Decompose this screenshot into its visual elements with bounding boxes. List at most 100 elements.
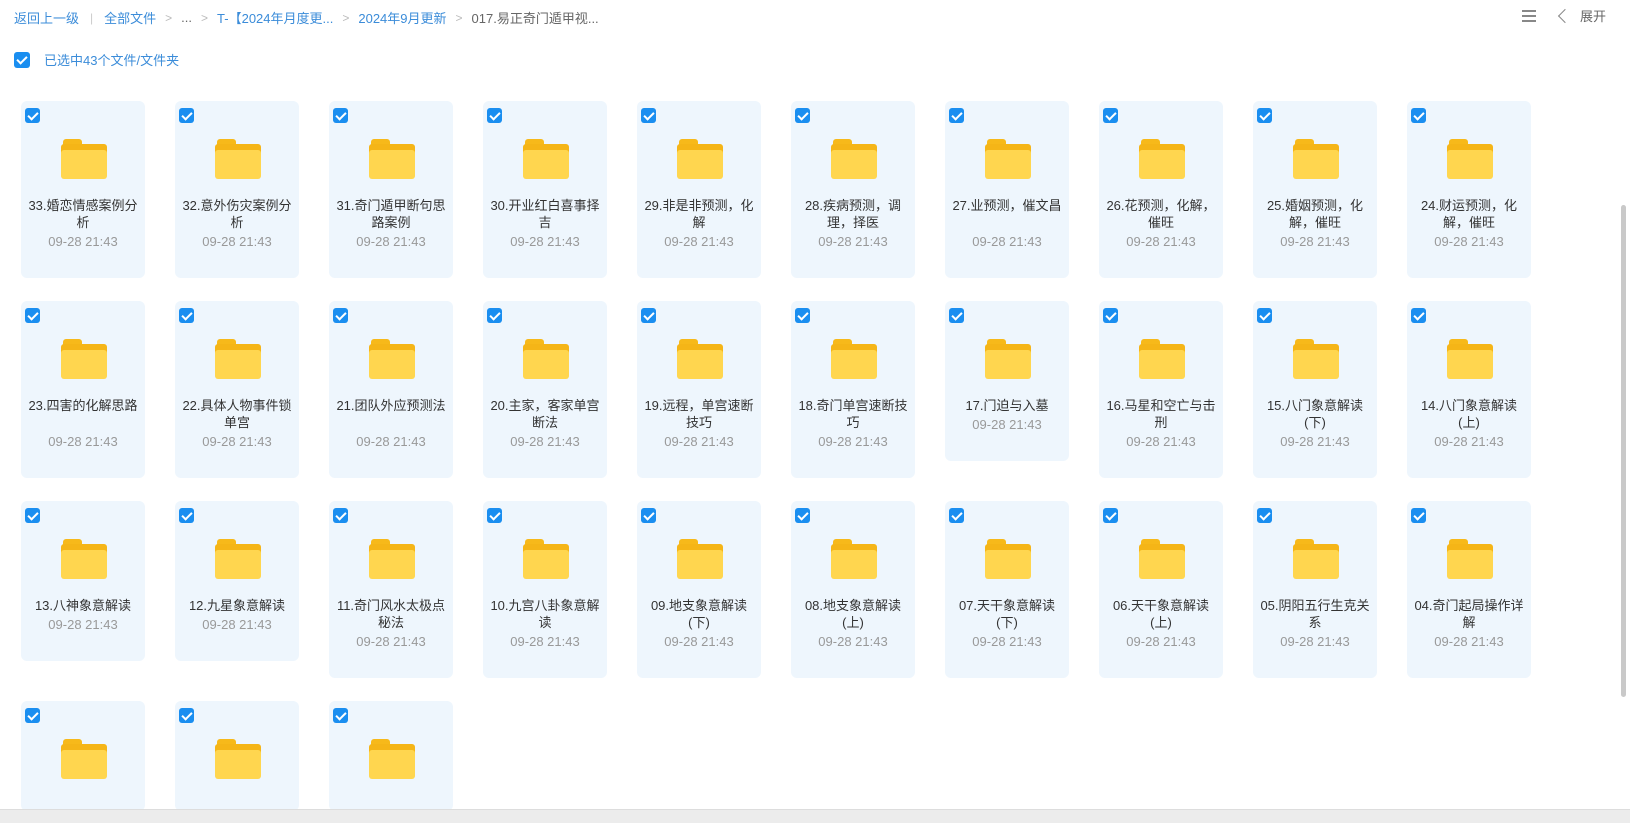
folder-card[interactable]: 05.阴阳五行生克关系 09-28 21:43 [1253,501,1377,678]
file-checkbox[interactable] [1411,508,1426,523]
file-checkbox[interactable] [1411,308,1426,323]
list-view-icon[interactable] [1521,9,1536,22]
file-checkbox[interactable] [795,508,810,523]
file-checkbox[interactable] [949,508,964,523]
taskbar [0,809,1630,823]
folder-name: 04.奇门起局操作详解 [1414,598,1524,630]
folder-card[interactable]: 31.奇门遁甲断句思路案例 09-28 21:43 [329,101,453,278]
folder-card[interactable]: 16.马星和空亡与击刑 09-28 21:43 [1099,301,1223,478]
file-checkbox[interactable] [1257,108,1272,123]
file-checkbox[interactable] [1257,508,1272,523]
file-checkbox[interactable] [179,308,194,323]
file-checkbox[interactable] [179,108,194,123]
folder-card[interactable]: 19.远程，单宫速断技巧 09-28 21:43 [637,301,761,478]
folder-name: 26.花预测，化解，催旺 [1106,198,1216,230]
chevron-left-icon[interactable] [1557,8,1573,24]
folder-name: 28.疾病预测，调理，择医 [804,198,902,230]
folder-date: 09-28 21:43 [664,434,734,449]
folder-icon [1293,539,1339,579]
folder-card[interactable]: 21.团队外应预测法 09-28 21:43 [329,301,453,478]
folder-card[interactable]: 08.地支象意解读(上) 09-28 21:43 [791,501,915,678]
breadcrumb-monthly-folder[interactable]: T-【2024年月度更... [217,8,333,27]
folder-name: 13.八神象意解读 [34,598,132,613]
folder-card[interactable] [21,701,145,811]
folder-card[interactable]: 22.具体人物事件锁单宫 09-28 21:43 [175,301,299,478]
folder-icon [985,539,1031,579]
folder-name: 27.业预测，催文昌 [952,198,1062,213]
back-link[interactable]: 返回上一级 [14,8,79,27]
folder-card[interactable]: 25.婚姻预测，化解，催旺 09-28 21:43 [1253,101,1377,278]
file-checkbox[interactable] [1103,508,1118,523]
folder-card[interactable]: 09.地支象意解读(下) 09-28 21:43 [637,501,761,678]
folder-card[interactable]: 17.门迫与入墓 09-28 21:43 [945,301,1069,461]
file-checkbox[interactable] [641,308,656,323]
file-checkbox[interactable] [487,308,502,323]
file-checkbox[interactable] [1411,108,1426,123]
top-right-controls: 展开 [1521,6,1606,25]
file-checkbox[interactable] [1257,308,1272,323]
file-checkbox[interactable] [1103,108,1118,123]
folder-card[interactable]: 29.非是非预测，化解 09-28 21:43 [637,101,761,278]
folder-card[interactable]: 13.八神象意解读 09-28 21:43 [21,501,145,661]
breadcrumb-ellipsis[interactable]: ... [181,10,192,25]
folder-card[interactable]: 06.天干象意解读(上) 09-28 21:43 [1099,501,1223,678]
folder-card[interactable]: 14.八门象意解读(上) 09-28 21:43 [1407,301,1531,478]
breadcrumb-all-files[interactable]: 全部文件 [104,8,156,27]
folder-card[interactable]: 33.婚恋情感案例分析 09-28 21:43 [21,101,145,278]
file-checkbox[interactable] [487,508,502,523]
file-checkbox[interactable] [1103,308,1118,323]
file-checkbox[interactable] [795,108,810,123]
folder-card[interactable]: 32.意外伤灾案例分析 09-28 21:43 [175,101,299,278]
folder-name: 24.财运预测，化解，催旺 [1420,198,1518,230]
file-checkbox[interactable] [333,308,348,323]
file-checkbox[interactable] [487,108,502,123]
folder-card[interactable]: 23.四害的化解思路 09-28 21:43 [21,301,145,478]
folder-card[interactable]: 26.花预测，化解，催旺 09-28 21:43 [1099,101,1223,278]
breadcrumb-sept-folder[interactable]: 2024年9月更新 [358,8,446,27]
folder-date: 09-28 21:43 [510,634,580,649]
folder-card[interactable]: 10.九宫八卦象意解读 09-28 21:43 [483,501,607,678]
file-checkbox[interactable] [333,708,348,723]
folder-date: 09-28 21:43 [664,234,734,249]
folder-card[interactable]: 18.奇门单宫速断技巧 09-28 21:43 [791,301,915,478]
folder-card[interactable]: 20.主家，客家单宫断法 09-28 21:43 [483,301,607,478]
folder-card[interactable]: 28.疾病预测，调理，择医 09-28 21:43 [791,101,915,278]
file-checkbox[interactable] [25,508,40,523]
folder-card[interactable]: 11.奇门风水太极点秘法 09-28 21:43 [329,501,453,678]
folder-date: 09-28 21:43 [510,234,580,249]
file-checkbox[interactable] [949,108,964,123]
folder-name: 11.奇门风水太极点秘法 [336,598,446,630]
file-checkbox[interactable] [795,308,810,323]
folder-card[interactable]: 12.九星象意解读 09-28 21:43 [175,501,299,661]
file-checkbox[interactable] [641,108,656,123]
folder-card[interactable]: 24.财运预测，化解，催旺 09-28 21:43 [1407,101,1531,278]
folder-icon [1447,139,1493,179]
breadcrumb-separator-icon: > [165,10,173,25]
folder-date: 09-28 21:43 [1280,434,1350,449]
file-checkbox[interactable] [641,508,656,523]
folder-card[interactable]: 30.开业红白喜事择吉 09-28 21:43 [483,101,607,278]
file-checkbox[interactable] [179,508,194,523]
folder-card[interactable]: 04.奇门起局操作详解 09-28 21:43 [1407,501,1531,678]
file-checkbox[interactable] [333,108,348,123]
folder-card[interactable] [175,701,299,811]
folder-card[interactable]: 15.八门象意解读(下) 09-28 21:43 [1253,301,1377,478]
folder-date: 09-28 21:43 [356,634,426,649]
file-checkbox[interactable] [949,308,964,323]
folder-name: 15.八门象意解读(下) [1266,398,1364,430]
scrollbar[interactable] [1621,205,1626,697]
file-checkbox[interactable] [25,308,40,323]
folder-icon [523,139,569,179]
file-checkbox[interactable] [25,708,40,723]
expand-button[interactable]: 展开 [1580,6,1606,25]
folder-icon [215,739,261,779]
folder-date: 09-28 21:43 [972,234,1042,249]
file-checkbox[interactable] [333,508,348,523]
folder-card[interactable] [329,701,453,811]
folder-card[interactable]: 07.天干象意解读(下) 09-28 21:43 [945,501,1069,678]
select-all-checkbox[interactable] [14,51,30,68]
file-checkbox[interactable] [25,108,40,123]
folder-date: 09-28 21:43 [202,434,272,449]
folder-card[interactable]: 27.业预测，催文昌 09-28 21:43 [945,101,1069,278]
file-checkbox[interactable] [179,708,194,723]
